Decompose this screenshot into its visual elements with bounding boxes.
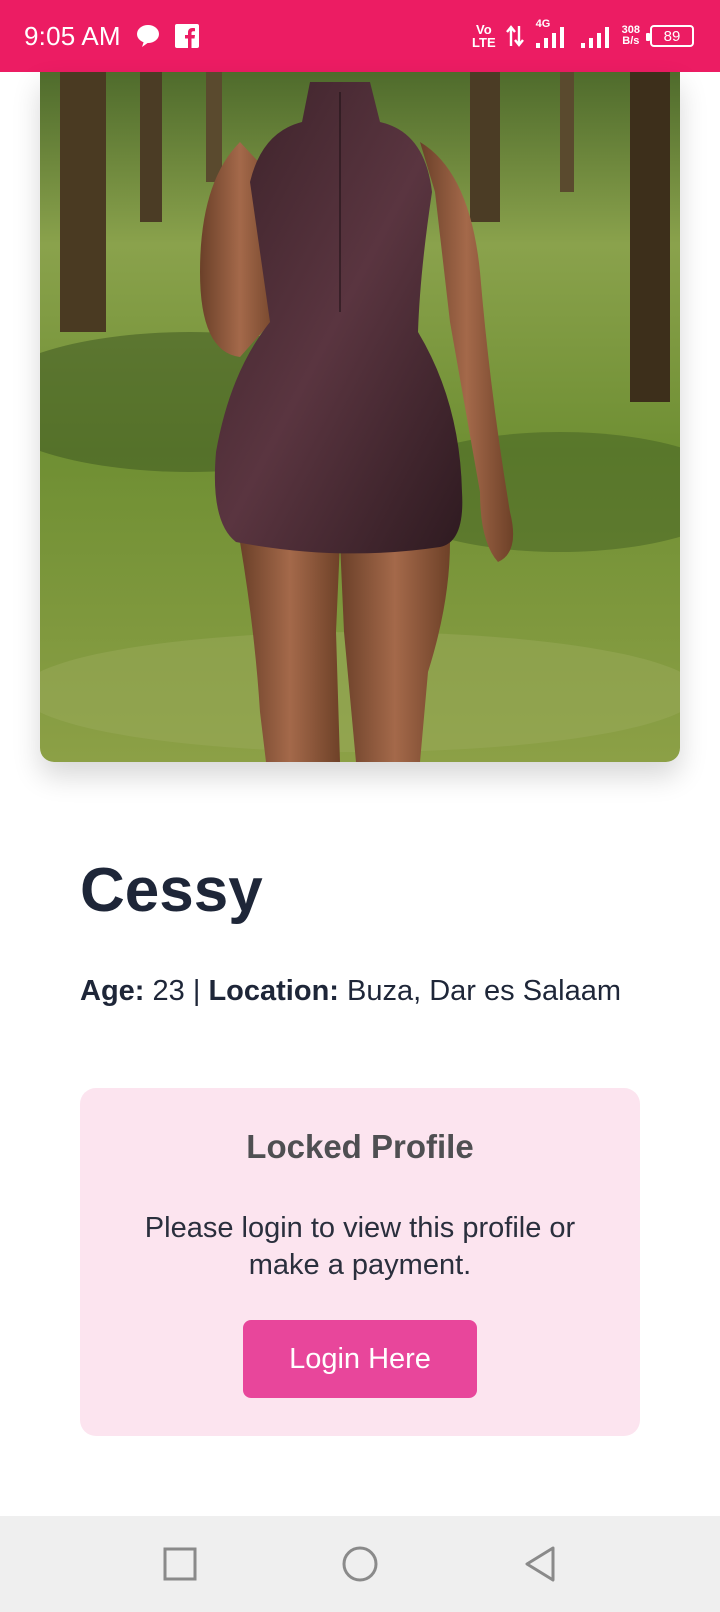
battery-icon: 89: [646, 25, 694, 47]
profile-photo: [40, 72, 680, 762]
volte-indicator: Vo LTE: [472, 23, 496, 49]
status-right: Vo LTE 4G 308 B/s 89: [472, 19, 694, 49]
location-value: Buza, Dar es Salaam: [347, 975, 622, 1007]
location-label: Location:: [208, 975, 339, 1007]
signal-icon: 4G: [534, 19, 570, 49]
status-time: 9:05 AM: [24, 20, 121, 51]
meta-separator: |: [192, 975, 201, 1007]
age-value: 23: [152, 975, 185, 1007]
locked-title: Locked Profile: [246, 1128, 474, 1165]
signal-label: 4G: [535, 18, 551, 30]
recent-apps-icon[interactable]: [160, 1544, 200, 1584]
facebook-icon: [174, 24, 199, 48]
speed-unit: B/s: [622, 35, 640, 47]
profile-photo-image: [40, 72, 680, 762]
status-left: 9:05 AM: [24, 21, 199, 52]
navigation-bar: [0, 1516, 720, 1612]
volte-bottom: LTE: [472, 35, 496, 50]
home-icon[interactable]: [340, 1544, 380, 1584]
age-label: Age:: [80, 975, 145, 1007]
locked-profile-card: Locked Profile Please login to view this…: [80, 1088, 640, 1436]
locked-message: Please login to view this profile or mak…: [144, 1212, 576, 1281]
login-button[interactable]: Login Here: [243, 1320, 477, 1398]
back-icon[interactable]: [520, 1544, 560, 1584]
data-arrows-icon: [505, 24, 524, 48]
profile-meta: Age: 23 | Location: Buza, Dar es Salaam: [80, 972, 640, 1010]
signal-icon-2: [580, 23, 612, 49]
network-speed: 308 B/s: [622, 25, 640, 47]
status-bar: 9:05 AM Vo LTE 4G 308 B/s 89: [0, 0, 720, 72]
message-icon: [135, 24, 161, 48]
battery-level: 89: [663, 27, 681, 45]
profile-name: Cessy: [80, 856, 263, 925]
